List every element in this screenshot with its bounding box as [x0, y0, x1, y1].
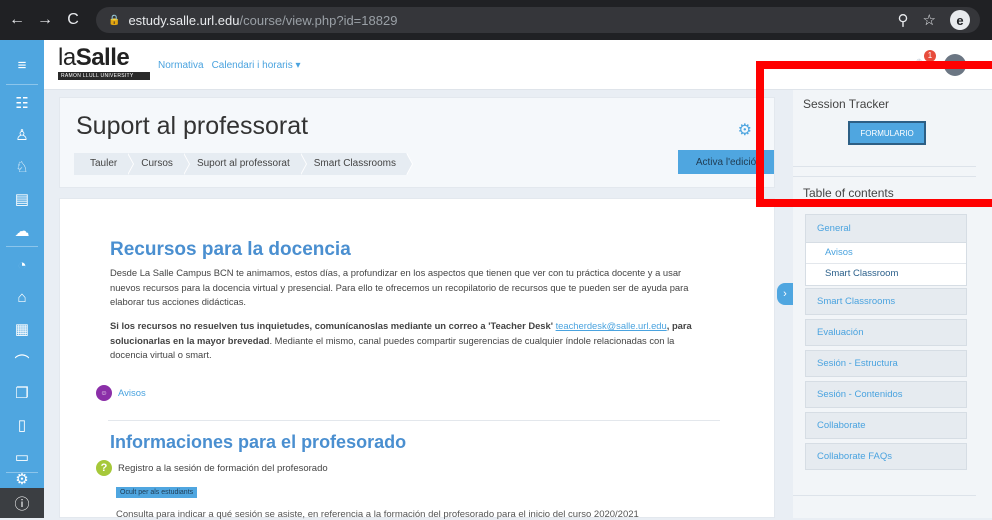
toc-item[interactable]: Collaborate	[805, 412, 967, 439]
drawer-toggle-chevron-icon[interactable]: ›	[777, 283, 793, 305]
teacherdesk-email-link[interactable]: teacherdesk@salle.url.edu	[556, 320, 667, 331]
breadcrumb-item[interactable]: Suport al professorat	[183, 153, 307, 175]
toc-subitem-avisos[interactable]: Avisos	[806, 243, 966, 263]
section-title: Informaciones para el profesorado	[110, 432, 407, 452]
divider	[6, 246, 38, 247]
calendar-icon[interactable]: ▦	[0, 314, 44, 344]
lock-icon: 🔒	[108, 14, 121, 26]
grades-icon[interactable]: ▤	[0, 184, 44, 214]
address-bar-actions: ⚲ ☆ e	[898, 10, 970, 30]
dashboard-icon[interactable]: ◔	[0, 250, 44, 280]
breadcrumb-item[interactable]: Cursos	[127, 153, 190, 175]
toc-item[interactable]: Sesión - Estructura	[805, 350, 967, 377]
registro-activity-link[interactable]: ? Registro a la sesión de formación del …	[96, 460, 328, 476]
home-icon[interactable]: ⌂	[0, 282, 44, 312]
url-domain: estudy.salle.url.edu	[128, 12, 240, 28]
page-header: Suport al professorat ⚙ Tauler Cursos Su…	[59, 97, 775, 188]
forum-icon: ☺	[96, 385, 112, 401]
toc-item[interactable]: Smart Classrooms	[805, 288, 967, 315]
cloud-icon[interactable]: ☁	[0, 216, 44, 246]
navbar-link-calendari[interactable]: Calendari i horaris ▾	[212, 60, 301, 71]
course-content: Recursos para la docencia Desde La Salle…	[59, 198, 775, 520]
toc-item[interactable]: Collaborate FAQs	[805, 443, 967, 470]
contact-paragraph: Si los recursos no resuelven tus inquiet…	[110, 320, 692, 360]
breadcrumb: Tauler Cursos Suport al professorat Smar…	[74, 153, 414, 175]
courses-icon[interactable]: ⌒	[0, 346, 44, 376]
address-bar[interactable]: 🔒 estudy.salle.url.edu /course/view.php?…	[96, 7, 980, 33]
avisos-forum-link[interactable]: ☺ Avisos	[96, 385, 146, 401]
intro-paragraph: Desde La Salle Campus BCN te animamos, e…	[110, 267, 689, 307]
toc-subitem-smart-classroom[interactable]: Smart Classroom	[806, 263, 966, 283]
navbar-link-normativa[interactable]: Normativa	[158, 60, 204, 71]
section-title: Recursos para la docencia	[110, 239, 351, 260]
menu-icon[interactable]: ≡	[0, 50, 44, 80]
avisos-label: Avisos	[118, 387, 146, 399]
zoom-icon[interactable]: ⚲	[898, 11, 909, 29]
page-title: Suport al professorat	[76, 112, 309, 140]
navbar-links: Normativa Calendari i horaris ▾	[158, 60, 301, 71]
info-icon[interactable]: ⓘ	[0, 488, 44, 518]
logo-text-light: la	[58, 44, 76, 71]
toc-item-general[interactable]: General	[806, 215, 966, 243]
forward-icon[interactable]: →	[34, 9, 56, 31]
divider	[6, 84, 38, 85]
badges-icon[interactable]: ♘	[0, 152, 44, 182]
lasalle-logo[interactable]: laSalle RAMON LLULL UNIVERSITY	[58, 46, 150, 80]
contact-bold-text: Si los recursos no resuelven tus inquiet…	[110, 320, 553, 331]
bookmark-star-icon[interactable]: ☆	[923, 11, 936, 29]
left-nav-rail: ≡ ☷ ♙ ♘ ▤ ☁ ◔ ⌂ ▦ ⌒ ❐ ▯ ▭ ⚙ ⓘ	[0, 40, 44, 518]
divider	[108, 420, 720, 421]
toc-group-general: General Avisos Smart Classroom	[805, 214, 967, 286]
reload-icon[interactable]: C	[62, 9, 84, 31]
breadcrumb-item[interactable]: Smart Classrooms	[300, 153, 414, 175]
hidden-from-students-badge: Ocult per als estudiants	[116, 487, 198, 498]
highlight-annotation-box	[756, 61, 992, 207]
logo-text-bold: Salle	[75, 44, 130, 71]
url-path: /course/view.php?id=18829	[239, 12, 398, 28]
breadcrumb-item[interactable]: Tauler	[74, 153, 135, 175]
files-icon[interactable]: ❐	[0, 378, 44, 408]
participants-icon[interactable]: ♙	[0, 120, 44, 150]
divider	[793, 495, 976, 496]
registro-label: Registro a la sesión de formación del pr…	[118, 462, 328, 474]
question-icon: ?	[96, 460, 112, 476]
logo-subtitle: RAMON LLULL UNIVERSITY	[58, 72, 150, 80]
profile-avatar[interactable]: e	[950, 10, 970, 30]
toc-item[interactable]: Sesión - Contenidos	[805, 381, 967, 408]
list-icon[interactable]: ☷	[0, 88, 44, 118]
clipboard-icon[interactable]: ▯	[0, 410, 44, 440]
back-icon[interactable]: ←	[6, 9, 28, 31]
toc-item[interactable]: Evaluación	[805, 319, 967, 346]
gear-icon[interactable]: ⚙	[738, 120, 752, 140]
browser-chrome: ← → C 🔒 estudy.salle.url.edu /course/vie…	[0, 0, 992, 40]
activity-description: Consulta para indicar a qué sesión se as…	[116, 509, 639, 520]
